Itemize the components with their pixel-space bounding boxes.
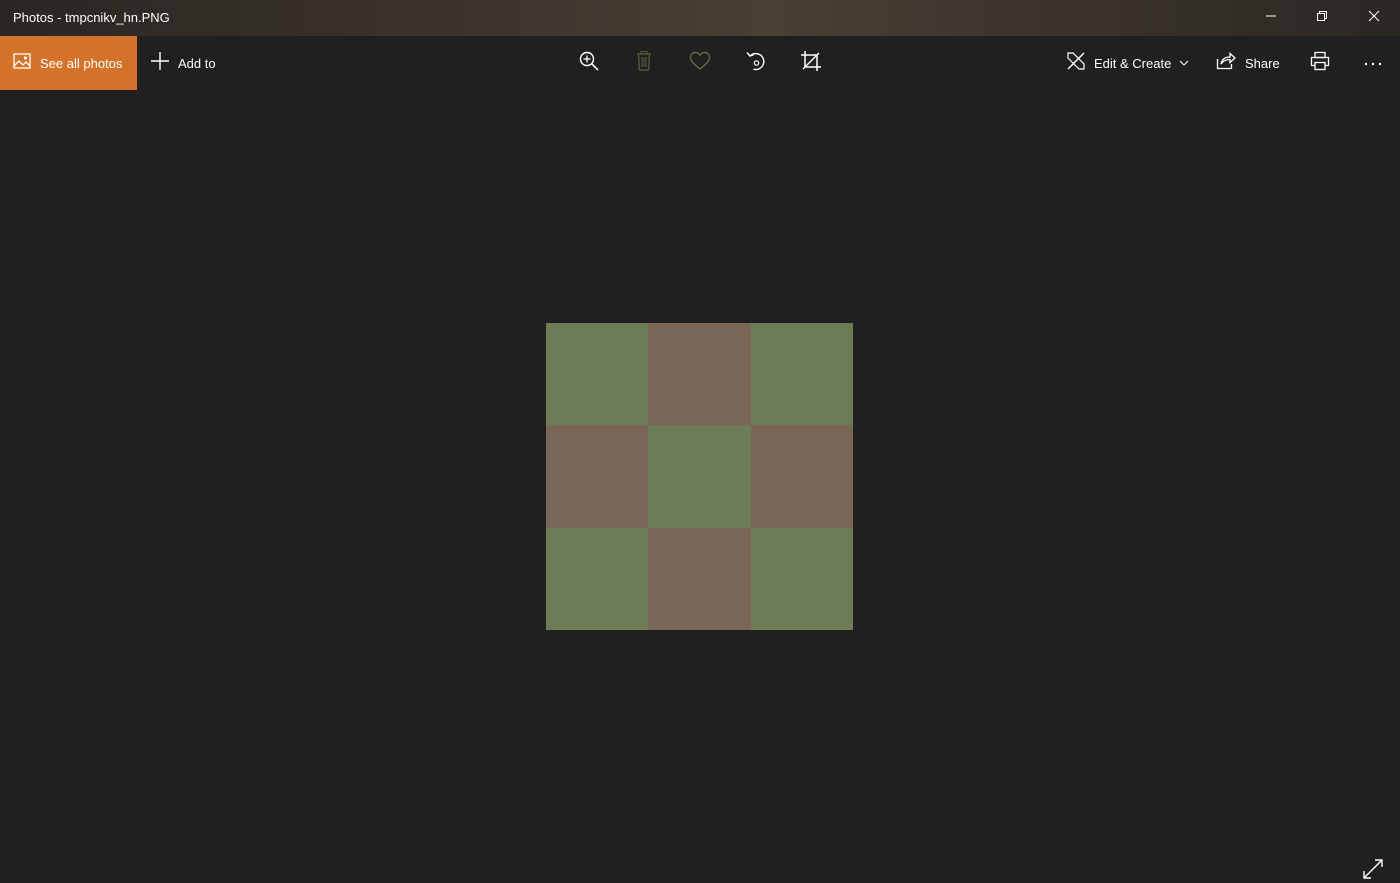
- photo-tile-green: [546, 527, 649, 630]
- crop-button[interactable]: [798, 50, 824, 76]
- restore-button[interactable]: [1296, 0, 1348, 36]
- more-options-button[interactable]: [1360, 50, 1386, 76]
- toolbar: See all photos Add to Edit & Create Shar…: [0, 36, 1400, 90]
- rotate-button[interactable]: [743, 50, 769, 76]
- delete-button[interactable]: [631, 50, 657, 76]
- restore-icon: [1316, 9, 1328, 27]
- photo-tile-green: [648, 425, 751, 528]
- chevron-down-icon: [1179, 60, 1189, 66]
- minimize-button[interactable]: [1245, 0, 1297, 36]
- displayed-photo[interactable]: [546, 323, 853, 630]
- close-icon: [1368, 9, 1380, 27]
- window-title: Photos - tmpcnikv_hn.PNG: [13, 10, 170, 25]
- photo-tile-green: [546, 323, 649, 426]
- crop-icon: [800, 50, 822, 77]
- share-button[interactable]: Share: [1216, 36, 1280, 90]
- rotate-icon: [745, 50, 767, 77]
- photo-tile-brown: [750, 425, 853, 528]
- photos-app-window: Photos - tmpcnikv_hn.PNG See all photos …: [0, 0, 1400, 883]
- edit-create-icon: [1066, 51, 1086, 76]
- more-icon: [1363, 54, 1383, 72]
- edit-create-label: Edit & Create: [1094, 55, 1172, 71]
- favorite-icon: [689, 51, 711, 76]
- minimize-icon: [1265, 9, 1277, 27]
- fullscreen-button[interactable]: [1360, 858, 1386, 883]
- photo-tile-brown: [546, 425, 649, 528]
- close-button[interactable]: [1348, 0, 1400, 36]
- share-icon: [1216, 51, 1236, 75]
- photo-tile-brown: [648, 323, 751, 426]
- photo-tile-green: [750, 527, 853, 630]
- add-to-label: Add to: [178, 55, 216, 71]
- photo-gallery-icon: [13, 52, 31, 74]
- title-bar: Photos - tmpcnikv_hn.PNG: [0, 0, 1400, 36]
- edit-create-button[interactable]: Edit & Create: [1066, 36, 1189, 90]
- photo-tile-brown: [648, 527, 751, 630]
- plus-icon: [150, 51, 170, 76]
- photo-tile-green: [750, 323, 853, 426]
- see-all-photos-label: See all photos: [40, 55, 123, 71]
- photo-viewer: [0, 90, 1400, 883]
- delete-icon: [634, 50, 654, 77]
- favorite-button[interactable]: [687, 50, 713, 76]
- print-icon: [1310, 51, 1330, 76]
- print-button[interactable]: [1307, 50, 1333, 76]
- expand-icon: [1362, 858, 1384, 883]
- share-label: Share: [1245, 55, 1280, 71]
- add-to-button[interactable]: Add to: [150, 36, 216, 90]
- zoom-button[interactable]: [576, 50, 602, 76]
- zoom-in-icon: [578, 50, 600, 77]
- see-all-photos-button[interactable]: See all photos: [0, 36, 137, 90]
